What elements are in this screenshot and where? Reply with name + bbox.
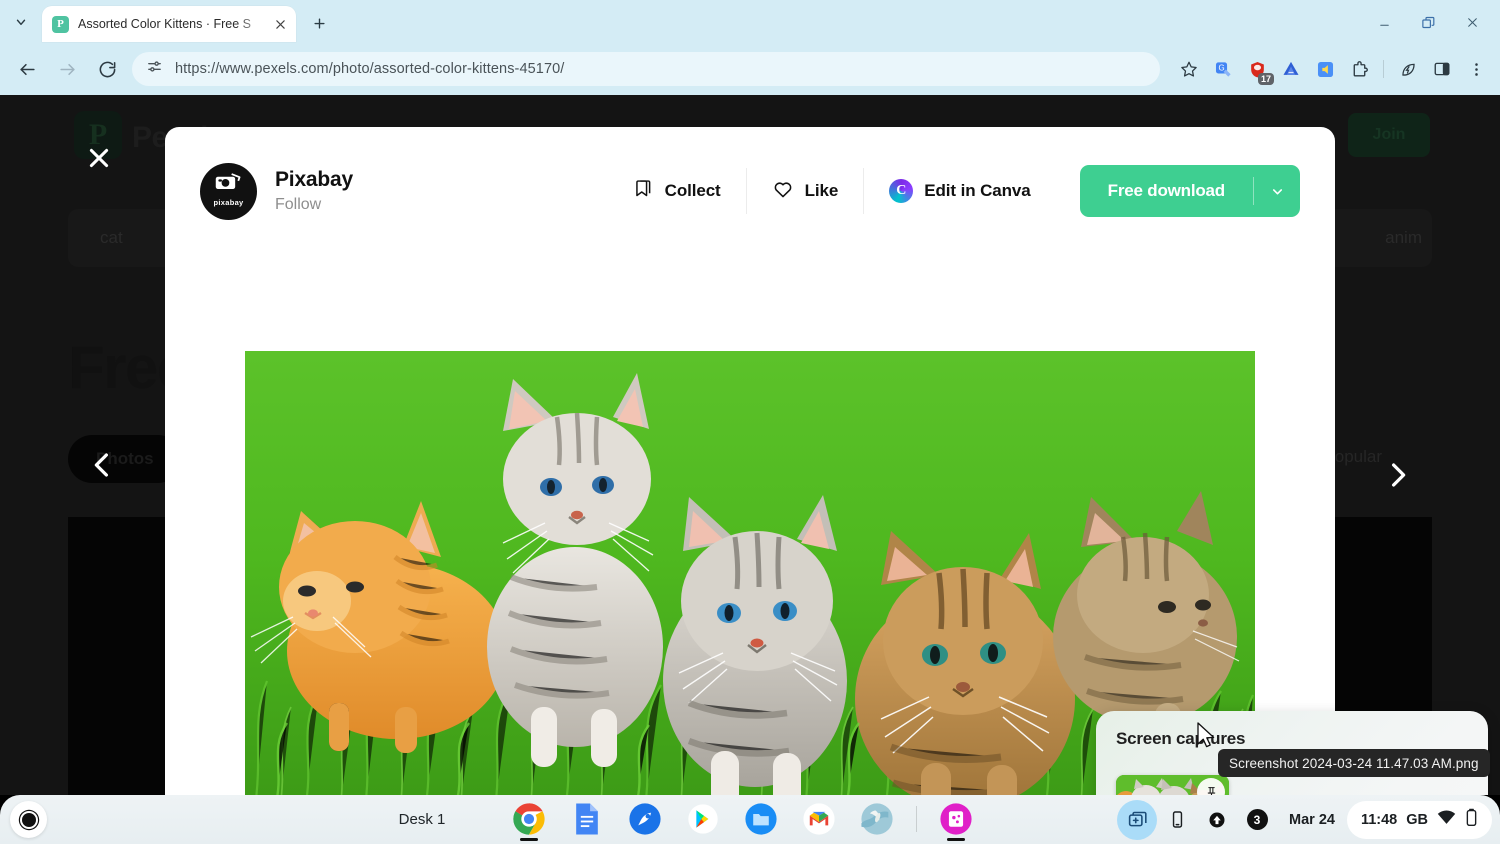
modal-actions: Collect Like C Edit in Canva bbox=[608, 165, 1300, 217]
minimize-button[interactable] bbox=[1362, 5, 1406, 39]
shelf-item-gmail[interactable] bbox=[798, 798, 840, 840]
browser-tab[interactable]: P Assorted Color Kittens · Free S bbox=[42, 6, 296, 42]
notification-count-badge[interactable]: 3 bbox=[1237, 800, 1277, 840]
triangle-extension-icon[interactable] bbox=[1275, 53, 1307, 85]
shelf-divider bbox=[916, 806, 917, 832]
screenshot-thumbnail[interactable] bbox=[1116, 775, 1229, 795]
collect-label: Collect bbox=[665, 181, 721, 201]
launcher-dot bbox=[22, 813, 36, 827]
app-running-indicator bbox=[520, 838, 538, 841]
update-arrow-icon[interactable] bbox=[1197, 800, 1237, 840]
tab-strip: P Assorted Color Kittens · Free S bbox=[0, 0, 1500, 44]
notification-count: 3 bbox=[1247, 809, 1268, 830]
free-download-group: Free download bbox=[1080, 165, 1300, 217]
url-text: https://www.pexels.com/photo/assorted-co… bbox=[175, 61, 564, 77]
restore-button[interactable] bbox=[1406, 5, 1450, 39]
tray-time: 11:48 bbox=[1361, 812, 1397, 828]
popular-sort-label[interactable]: opular bbox=[1335, 447, 1382, 467]
system-tray: 3 Mar 24 11:48 GB bbox=[1117, 799, 1492, 840]
avatar-brand-text: pixabay bbox=[213, 198, 243, 207]
star-icon[interactable] bbox=[1173, 53, 1205, 85]
speaker-extension-icon[interactable] bbox=[1309, 53, 1341, 85]
like-label: Like bbox=[805, 181, 839, 201]
modal-header: pixabay Pixabay Follow bbox=[165, 127, 1335, 255]
window-controls bbox=[1362, 5, 1494, 39]
edit-in-canva-button[interactable]: C Edit in Canva bbox=[864, 169, 1055, 213]
close-icon[interactable] bbox=[82, 141, 116, 175]
heart-icon bbox=[772, 178, 794, 205]
like-button[interactable]: Like bbox=[747, 169, 864, 213]
screen-capture-icon[interactable] bbox=[1117, 800, 1157, 840]
notification-title: Screen captures bbox=[1116, 729, 1468, 749]
follow-button[interactable]: Follow bbox=[275, 196, 353, 214]
cursor-arrow-icon bbox=[1196, 722, 1216, 754]
tab-title: Assorted Color Kittens · Free S bbox=[78, 17, 270, 31]
battery-icon bbox=[1465, 808, 1478, 832]
browser-toolbar: https://www.pexels.com/photo/assorted-co… bbox=[0, 44, 1500, 95]
chevron-right-icon[interactable] bbox=[1380, 453, 1416, 497]
shelf-item-gallery[interactable] bbox=[856, 798, 898, 840]
collect-button[interactable]: Collect bbox=[608, 169, 746, 213]
leaf-performance-icon[interactable] bbox=[1392, 53, 1424, 85]
camera-icon bbox=[214, 172, 244, 197]
author-info: Pixabay Follow bbox=[275, 168, 353, 214]
site-search-suggestion: anim bbox=[1385, 228, 1422, 248]
side-panel-icon[interactable] bbox=[1426, 53, 1458, 85]
status-area[interactable]: 11:48 GB bbox=[1347, 801, 1492, 839]
canva-label: Edit in Canva bbox=[924, 181, 1030, 201]
download-size-chevron-down-icon[interactable] bbox=[1254, 165, 1300, 217]
kitten-grey-tabby bbox=[663, 495, 847, 795]
desk-label[interactable]: Desk 1 bbox=[399, 811, 446, 828]
bookmark-icon bbox=[633, 178, 654, 204]
new-tab-button[interactable] bbox=[306, 10, 332, 36]
shelf-item-play-store[interactable] bbox=[682, 798, 724, 840]
extension-badge-count: 17 bbox=[1258, 73, 1274, 85]
three-dot-menu-icon[interactable] bbox=[1460, 53, 1492, 85]
omnibox[interactable]: https://www.pexels.com/photo/assorted-co… bbox=[132, 52, 1160, 86]
app-running-indicator bbox=[947, 838, 965, 841]
close-window-button[interactable] bbox=[1450, 5, 1494, 39]
launcher-icon[interactable] bbox=[10, 801, 47, 838]
shelf-item-photos-editor[interactable] bbox=[935, 798, 977, 840]
toolbar-divider bbox=[1383, 60, 1384, 78]
system-shelf: Desk 1 bbox=[0, 795, 1500, 844]
avatar[interactable]: pixabay bbox=[200, 163, 257, 220]
shelf-item-files[interactable] bbox=[740, 798, 782, 840]
join-button[interactable]: Join bbox=[1348, 113, 1430, 157]
chromeos-desktop: P Assorted Color Kittens · Free S bbox=[0, 0, 1500, 844]
keyboard-layout-label: GB bbox=[1406, 812, 1428, 828]
back-arrow-icon[interactable] bbox=[12, 55, 42, 85]
author-name: Pixabay bbox=[275, 168, 353, 192]
tab-search-icon[interactable] bbox=[8, 9, 34, 35]
screenshot-filename-tooltip: Screenshot 2024-03-24 11.47.03 AM.png bbox=[1218, 749, 1490, 777]
reload-icon[interactable] bbox=[92, 55, 122, 85]
photo-detail-modal: pixabay Pixabay Follow bbox=[165, 127, 1335, 795]
toolbar-icons: G 17 bbox=[1173, 52, 1492, 86]
shield-extension-icon[interactable]: 17 bbox=[1241, 53, 1273, 85]
page-settings-icon[interactable] bbox=[146, 58, 163, 80]
forward-arrow-icon bbox=[52, 55, 82, 85]
svg-text:G: G bbox=[1218, 63, 1224, 72]
shelf-item-docs[interactable] bbox=[566, 798, 608, 840]
translate-icon[interactable]: G bbox=[1207, 53, 1239, 85]
chrome-browser-window: P Assorted Color Kittens · Free S bbox=[0, 0, 1500, 795]
pexels-favicon: P bbox=[52, 16, 69, 33]
canva-icon: C bbox=[889, 179, 913, 203]
shelf-apps bbox=[508, 798, 977, 840]
shelf-item-explore[interactable] bbox=[624, 798, 666, 840]
chevron-left-icon[interactable] bbox=[84, 443, 120, 487]
shelf-item-chrome[interactable] bbox=[508, 798, 550, 840]
page-viewport: P Pexels Join cat anim Free Photos opula… bbox=[0, 95, 1500, 795]
site-search-term: cat bbox=[100, 228, 123, 248]
puzzle-piece-icon[interactable] bbox=[1343, 53, 1375, 85]
wifi-icon bbox=[1437, 810, 1456, 830]
tray-date[interactable]: Mar 24 bbox=[1277, 812, 1347, 828]
tab-close-icon[interactable] bbox=[270, 14, 290, 34]
phone-hub-icon[interactable] bbox=[1157, 800, 1197, 840]
free-download-button[interactable]: Free download bbox=[1080, 165, 1253, 217]
